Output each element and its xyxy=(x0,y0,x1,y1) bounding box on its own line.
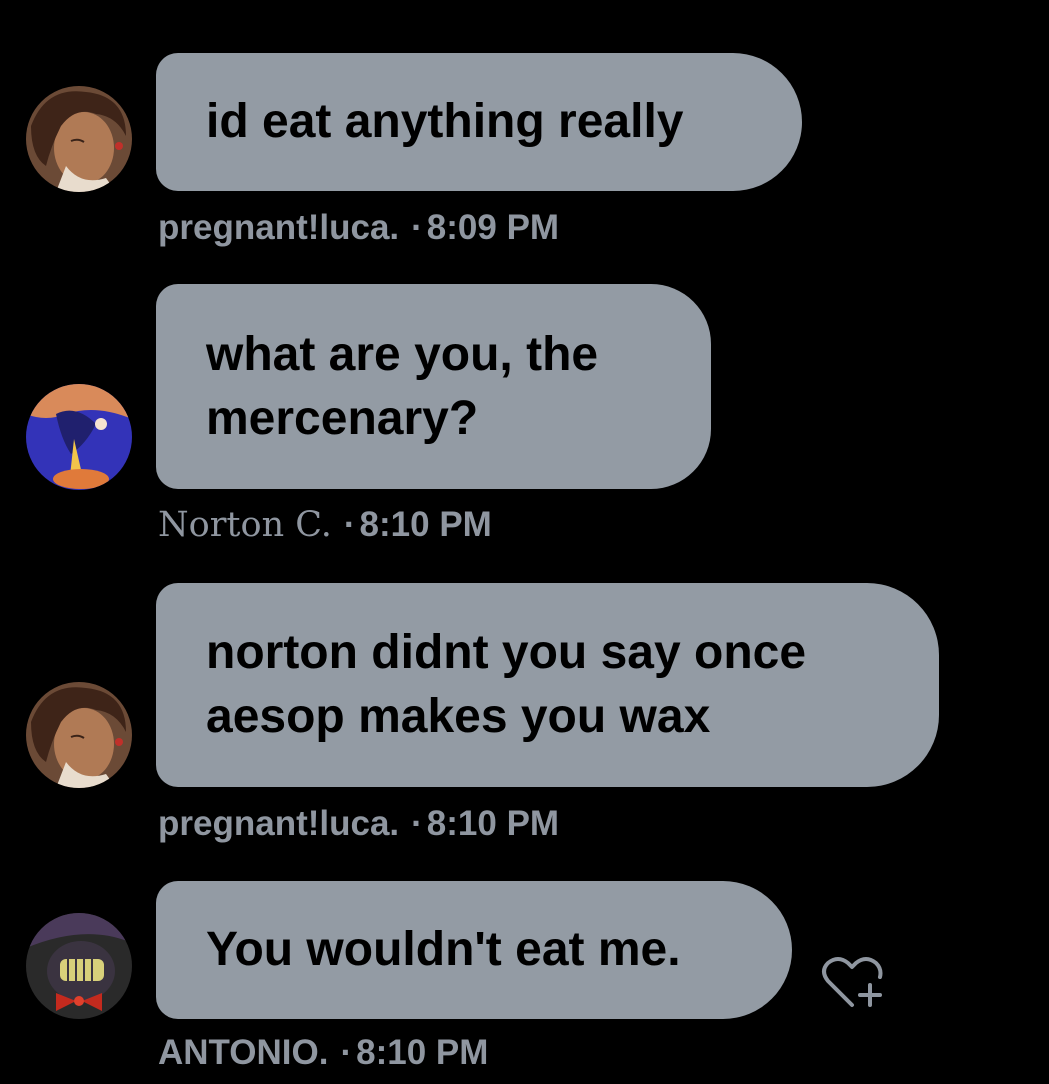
message-bubble[interactable]: id eat anything really xyxy=(156,53,802,191)
message-bubble[interactable]: norton didnt you say once aesop makes yo… xyxy=(156,583,939,787)
antonio-avatar[interactable] xyxy=(26,913,132,1019)
timestamp: 8:10 PM xyxy=(359,505,492,544)
sender-name[interactable]: pregnant!luca. xyxy=(158,804,399,843)
heart-plus-icon xyxy=(822,957,883,1007)
message-text-line-1: what are you, the xyxy=(206,327,599,381)
add-reaction-button[interactable] xyxy=(820,955,884,1011)
message-text: id eat anything really xyxy=(206,95,684,148)
separator-dot: · xyxy=(343,505,356,544)
norton-avatar-image xyxy=(26,384,132,490)
timestamp: 8:09 PM xyxy=(426,208,560,247)
message-meta: ANTONIO. · 8:10 PM xyxy=(158,1033,488,1073)
sender-name[interactable]: Norton C. xyxy=(158,505,332,545)
separator-dot: · xyxy=(340,1033,353,1072)
message-meta: pregnant!luca. · 8:10 PM xyxy=(158,804,559,844)
norton-avatar[interactable] xyxy=(26,384,132,490)
separator-dot: · xyxy=(411,208,423,247)
message-text-line-1: norton didnt you say once xyxy=(206,626,807,679)
luca-avatar[interactable] xyxy=(26,682,132,788)
luca-avatar[interactable] xyxy=(26,86,132,192)
message-bubble[interactable]: what are you, the mercenary? xyxy=(156,284,711,489)
message-text-line-2: mercenary? xyxy=(206,391,479,445)
separator-dot: · xyxy=(411,804,423,843)
message-meta: pregnant!luca. · 8:09 PM xyxy=(158,208,559,248)
antonio-avatar-image xyxy=(26,913,132,1019)
timestamp: 8:10 PM xyxy=(356,1033,489,1072)
sender-name[interactable]: ANTONIO. xyxy=(158,1033,328,1072)
luca-avatar-image xyxy=(26,86,132,192)
sender-name[interactable]: pregnant!luca. xyxy=(158,208,399,247)
message-meta: Norton C. · 8:10 PM xyxy=(158,505,492,545)
timestamp: 8:10 PM xyxy=(426,804,560,843)
message-bubble[interactable]: You wouldn't eat me. xyxy=(156,881,792,1019)
message-text: You wouldn't eat me. xyxy=(206,923,681,976)
luca-avatar-image xyxy=(26,682,132,788)
message-text-line-2: aesop makes you wax xyxy=(206,690,711,743)
